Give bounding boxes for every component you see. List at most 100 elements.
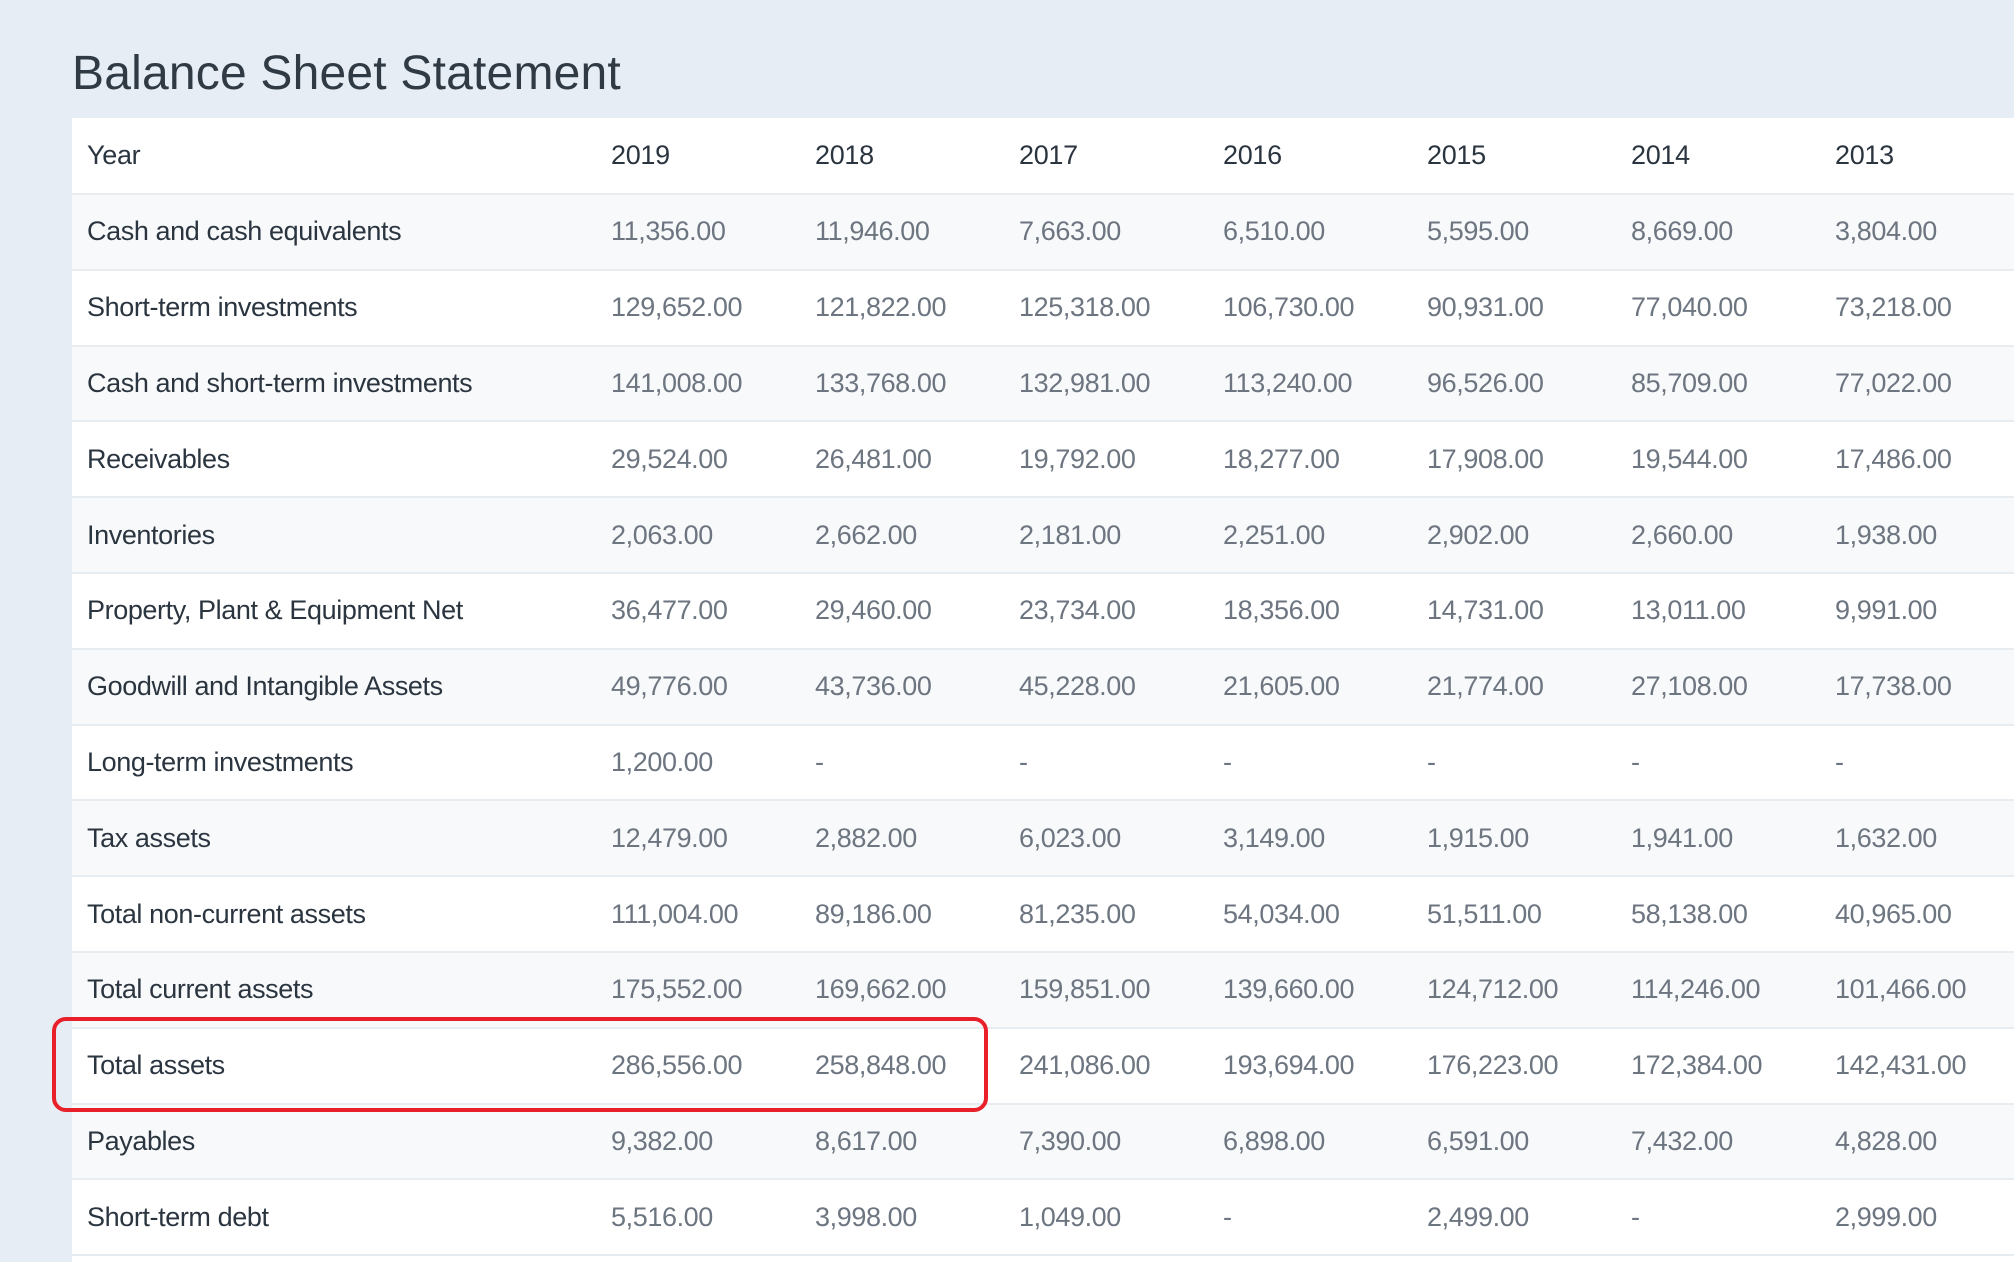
cell-value: 21,774.00 [1412, 648, 1616, 726]
table-row: Tax assets 12,479.00 2,882.00 6,023.00 3,149… [72, 800, 2014, 878]
cell-value: 2,902.00 [1412, 497, 1616, 574]
row-label: Short-term debt [72, 1179, 596, 1257]
cell-value: 21,605.00 [1208, 648, 1412, 726]
cell-value: 45,228.00 [1004, 648, 1208, 726]
balance-sheet-table-container: Year 2019 2018 2017 2016 2015 2014 2013 … [72, 118, 2014, 1262]
table-row: Long-term investments 1,200.00- - - - - - [72, 724, 2014, 802]
row-label: Long-term investments [72, 724, 596, 802]
cell-value: 175,552.00 [596, 951, 800, 1029]
cell-value: 96,526.00 [1412, 345, 1616, 423]
cell-value: 114,246.00 [1616, 951, 1820, 1029]
cell-value: 13,011.00 [1616, 572, 1820, 650]
table-row: Total non-current assets 111,004.00 89,186… [72, 876, 2014, 953]
table-body: Cash and cash equivalents 11,356.00 11,946… [72, 194, 2014, 1257]
cell-value: - [1004, 724, 1208, 802]
cell-value: 81,235.00 [1004, 876, 1208, 953]
cell-value: 90,931.00 [1412, 269, 1616, 347]
cell-value: - [1820, 724, 2014, 802]
row-label: Cash and short-term investments [72, 345, 596, 423]
page-title: Balance Sheet Statement [72, 47, 621, 100]
header-year-label: Year [72, 118, 596, 195]
cell-value: 19,544.00 [1616, 421, 1820, 499]
cell-value: 6,591.00 [1412, 1103, 1616, 1181]
cell-value: 2,181.00 [1004, 497, 1208, 574]
cell-value: 11,356.00 [596, 194, 800, 271]
row-label: Payables [72, 1103, 596, 1181]
cell-value: 26,481.00 [800, 421, 1004, 499]
row-label: Cash and cash equivalents [72, 194, 596, 271]
cell-value: 77,040.00 [1616, 269, 1820, 347]
row-label: Goodwill and Intangible Assets [72, 648, 596, 726]
header-year: 2014 [1616, 118, 1820, 195]
cell-value: 7,390.00 [1004, 1103, 1208, 1181]
table-row: Cash and cash equivalents 11,356.00 11,946… [72, 194, 2014, 271]
table-header-row: Year 2019 2018 2017 2016 2015 2014 2013 [72, 118, 2014, 195]
cell-value: 2,882.00 [800, 800, 1004, 878]
cell-value: 29,524.00 [596, 421, 800, 499]
balance-sheet-panel: Balance Sheet Statement Year 2019 2018 2… [0, 0, 2014, 1262]
cell-value: 101,466.00 [1820, 951, 2014, 1029]
row-label: Total assets [72, 1027, 596, 1105]
cell-value: - [1616, 724, 1820, 802]
cell-value: 142,431.00 [1820, 1027, 2014, 1105]
table-row: Receivables 29,524.00 26,481.00 19,792.00 18… [72, 421, 2014, 499]
cell-value: 176,223.00 [1412, 1027, 1616, 1105]
cell-value: 54,034.00 [1208, 876, 1412, 953]
table-row: Cash and short-term investments 141,008.0… [72, 345, 2014, 423]
cell-value: 172,384.00 [1616, 1027, 1820, 1105]
cell-value: 9,382.00 [596, 1103, 800, 1181]
cell-value: 1,200.00 [596, 724, 800, 802]
cell-value: 1,941.00 [1616, 800, 1820, 878]
cell-value: 141,008.00 [596, 345, 800, 423]
cell-value: 121,822.00 [800, 269, 1004, 347]
cell-value: 6,510.00 [1208, 194, 1412, 271]
cell-value: 2,499.00 [1412, 1179, 1616, 1257]
cell-value: 1,632.00 [1820, 800, 2014, 878]
cell-value: 19,792.00 [1004, 421, 1208, 499]
cell-value: 6,898.00 [1208, 1103, 1412, 1181]
header-year: 2015 [1412, 118, 1616, 195]
row-label: Property, Plant & Equipment Net [72, 572, 596, 650]
header-year: 2016 [1208, 118, 1412, 195]
cell-value: 9,991.00 [1820, 572, 2014, 650]
header-year: 2013 [1820, 118, 2014, 195]
cell-value: 4,828.00 [1820, 1103, 2014, 1181]
header-year: 2018 [800, 118, 1004, 195]
cell-value: 286,556.00 [596, 1027, 800, 1105]
cell-value: 58,138.00 [1616, 876, 1820, 953]
cell-value: 3,998.00 [800, 1179, 1004, 1257]
cell-value: 40,965.00 [1820, 876, 2014, 953]
cell-value: - [800, 724, 1004, 802]
row-label: Inventories [72, 497, 596, 574]
cell-value: 77,022.00 [1820, 345, 2014, 423]
table-row: Total assets 286,556.00 258,848.00 241,086.… [72, 1027, 2014, 1105]
cell-value: 5,516.00 [596, 1179, 800, 1257]
cell-value: 23,734.00 [1004, 572, 1208, 650]
cell-value: 133,768.00 [800, 345, 1004, 423]
cell-value: 3,149.00 [1208, 800, 1412, 878]
cell-value: 85,709.00 [1616, 345, 1820, 423]
cell-value: 2,662.00 [800, 497, 1004, 574]
cell-value: 7,663.00 [1004, 194, 1208, 271]
table-row: Short-term investments 129,652.00 121,822.… [72, 269, 2014, 347]
cell-value: 111,004.00 [596, 876, 800, 953]
cell-value: 12,479.00 [596, 800, 800, 878]
cell-value: 159,851.00 [1004, 951, 1208, 1029]
cell-value: 36,477.00 [596, 572, 800, 650]
cell-value: 73,218.00 [1820, 269, 2014, 347]
cell-value: 2,660.00 [1616, 497, 1820, 574]
row-label: Receivables [72, 421, 596, 499]
cell-value: 17,908.00 [1412, 421, 1616, 499]
cell-value: 5,595.00 [1412, 194, 1616, 271]
cell-value: 43,736.00 [800, 648, 1004, 726]
cell-value: 89,186.00 [800, 876, 1004, 953]
cell-value: 241,086.00 [1004, 1027, 1208, 1105]
cell-value: 139,660.00 [1208, 951, 1412, 1029]
table-row: Property, Plant & Equipment Net 36,477.00… [72, 572, 2014, 650]
cell-value: 132,981.00 [1004, 345, 1208, 423]
row-label: Total current assets [72, 951, 596, 1029]
row-label: Short-term investments [72, 269, 596, 347]
cell-value: 1,938.00 [1820, 497, 2014, 574]
cell-value: 7,432.00 [1616, 1103, 1820, 1181]
table-row: Payables 9,382.00 8,617.00 7,390.00 6,898.00… [72, 1103, 2014, 1181]
